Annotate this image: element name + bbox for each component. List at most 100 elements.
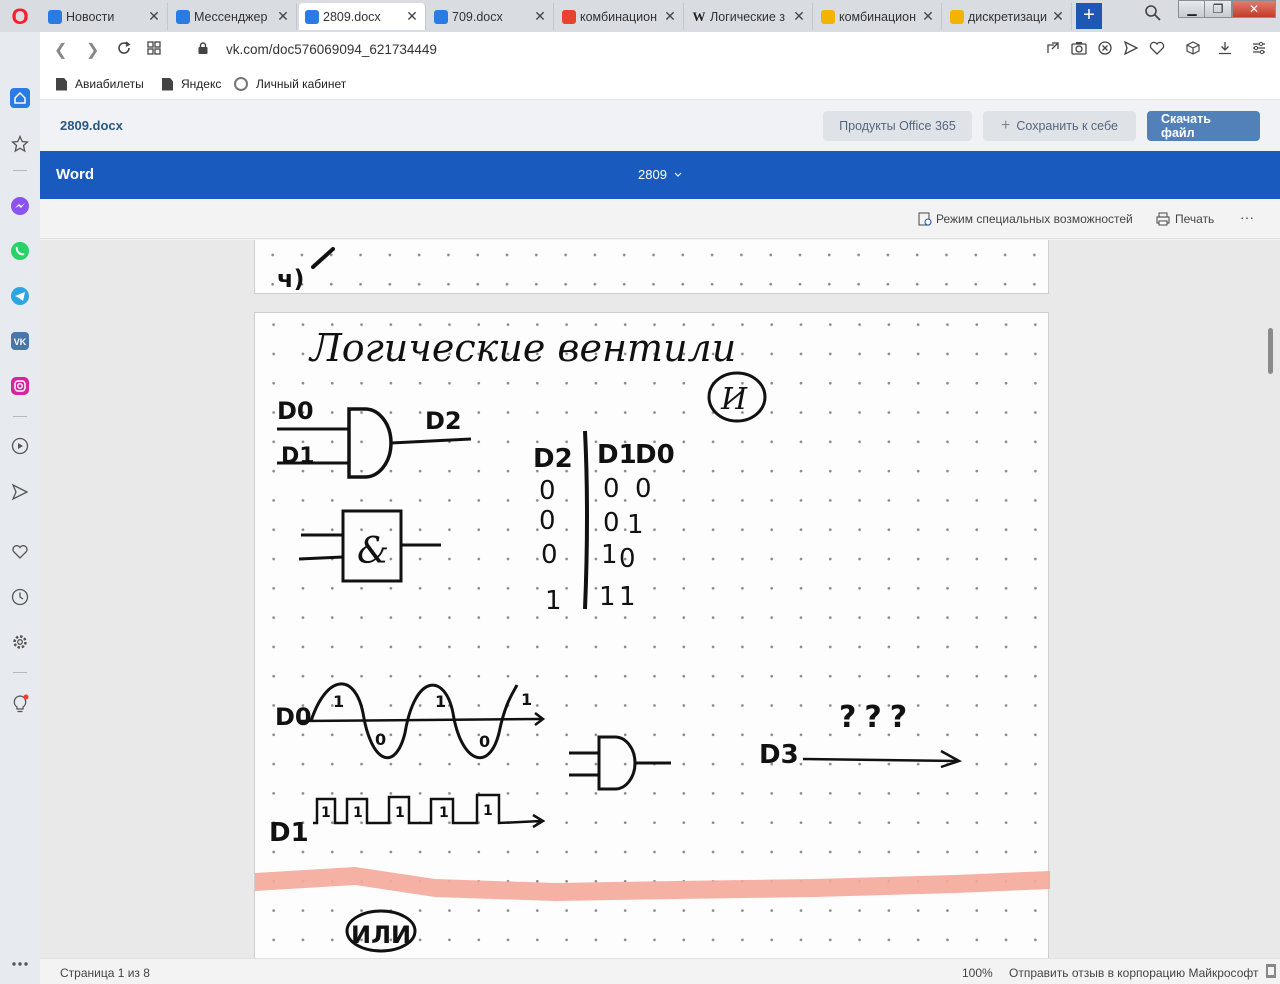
handwritten-notes-drawing: Логические вентили И D0 D1 D2 & D2 D1 D0 [255, 326, 1050, 953]
easy-setup-icon[interactable] [1250, 41, 1268, 58]
bookmark-yandex[interactable]: Яндекс [162, 77, 221, 91]
truth-table-header-d2: D2 [533, 444, 573, 474]
word-toolbar: Режим специальных возможностей Печать ··… [40, 199, 1280, 239]
word-file-name[interactable]: 2809 [638, 167, 683, 182]
close-tab-icon[interactable]: ✕ [1051, 8, 1065, 25]
opera-logo[interactable]: O [6, 4, 34, 30]
close-tab-icon[interactable]: ✕ [533, 8, 547, 25]
svg-text:0: 0 [541, 540, 558, 570]
word-app-name[interactable]: Word [56, 166, 94, 183]
image-icon [821, 9, 835, 24]
printer-icon [1156, 212, 1170, 226]
tab-4[interactable]: комбинацион ✕ [556, 3, 684, 30]
url-field[interactable]: vk.com/doc576069094_621734449 [226, 42, 437, 57]
lock-icon[interactable] [198, 42, 208, 54]
close-tab-icon[interactable]: ✕ [921, 8, 935, 25]
svg-text:1: 1 [321, 805, 331, 821]
and-label: И [720, 382, 748, 417]
accessibility-mode-button[interactable]: Режим специальных возможностей [918, 212, 1133, 226]
truth-table-divider [583, 430, 589, 610]
bookmarks-bar: Авиабилеты Яндекс Личный кабинет [40, 68, 1280, 100]
close-window-icon[interactable]: ✕ [1232, 0, 1276, 18]
camera-icon[interactable] [1070, 41, 1088, 58]
history-icon[interactable] [10, 587, 30, 607]
svg-text:1: 1 [619, 582, 636, 612]
close-tab-icon[interactable]: ✕ [147, 8, 161, 25]
more-icon[interactable] [10, 954, 30, 974]
settings-icon[interactable] [10, 632, 30, 652]
close-tab-icon[interactable]: ✕ [276, 8, 290, 25]
heart-icon[interactable] [10, 542, 30, 562]
truth-table-rows: 0 0 0 0 0 1 0 1 0 1 1 1 [539, 474, 652, 616]
tab-7[interactable]: дискретизаци ✕ [944, 3, 1072, 30]
star-icon[interactable] [10, 134, 30, 154]
svg-text:1: 1 [627, 510, 644, 540]
download-icon[interactable] [1216, 41, 1234, 58]
more-options-button[interactable]: ··· [1240, 209, 1254, 225]
download-file-button[interactable]: Скачать файл [1147, 111, 1260, 141]
telegram-icon[interactable] [10, 286, 30, 306]
opera-sidebar: VK [0, 32, 40, 984]
document-area: ч) Логические вентили И D0 D1 D2 & D2 D1… [40, 240, 1280, 958]
tab-1[interactable]: Мессенджер ✕ [170, 3, 297, 30]
send-icon[interactable] [10, 482, 30, 502]
lightbulb-icon[interactable] [10, 694, 30, 714]
wave-d0-label: D0 [275, 703, 312, 731]
forward-icon[interactable]: ❯ [86, 40, 99, 60]
doc-name: 2809.docx [60, 118, 123, 133]
instagram-icon[interactable] [10, 376, 30, 396]
back-icon[interactable]: ❮ [54, 40, 67, 60]
bookmark-heart-icon[interactable] [1148, 41, 1166, 58]
tab-search-icon[interactable] [1144, 4, 1164, 26]
svg-text:0: 0 [603, 508, 620, 538]
tab-0[interactable]: Новости ✕ [42, 3, 168, 30]
home-icon[interactable] [10, 88, 30, 108]
whatsapp-icon[interactable] [10, 241, 30, 261]
maximize-icon[interactable]: ❐ [1204, 0, 1232, 18]
save-to-self-button[interactable]: + Сохранить к себе [983, 111, 1136, 141]
print-button[interactable]: Печать [1156, 212, 1214, 226]
send-page-icon[interactable] [1122, 40, 1140, 58]
status-grip-icon [1266, 964, 1276, 978]
vk-messenger-icon [48, 9, 62, 24]
tab-6[interactable]: комбинацион ✕ [815, 3, 942, 30]
wikipedia-icon: W [692, 8, 706, 24]
tab-2[interactable]: 2809.docx ✕ [299, 3, 426, 30]
yandex-icon [562, 9, 576, 24]
svg-text:1: 1 [435, 692, 446, 711]
address-bar: ❮ ❯ vk.com/doc576069094_621734449 [40, 32, 1280, 68]
word-header: Word 2809 [40, 151, 1280, 199]
minimize-icon[interactable]: ▁ [1178, 0, 1206, 18]
svg-text:1: 1 [353, 805, 363, 821]
close-tab-icon[interactable]: ✕ [792, 8, 806, 25]
messenger-icon[interactable] [10, 196, 30, 216]
adblock-icon[interactable] [1096, 41, 1114, 58]
vk-icon [305, 9, 319, 24]
bookmark-icon [162, 77, 173, 91]
bookmark-icon [56, 77, 67, 91]
tab-title: комбинацион [580, 9, 658, 24]
globe-icon [234, 77, 248, 91]
bookmark-personal-cabinet[interactable]: Личный кабинет [234, 77, 346, 91]
extensions-cube-icon[interactable] [1184, 41, 1202, 58]
tab-title: 2809.docx [323, 9, 381, 24]
scrollbar-thumb[interactable] [1268, 328, 1273, 374]
reload-icon[interactable] [116, 40, 132, 61]
bookmark-aviabilety[interactable]: Авиабилеты [56, 77, 144, 91]
truth-table-header-d1: D1 [597, 440, 637, 470]
tab-5[interactable]: W Логические з ✕ [686, 3, 813, 30]
feedback-link[interactable]: Отправить отзыв в корпорацию Майкрософт [1009, 966, 1258, 980]
tab-3[interactable]: 709.docx ✕ [428, 3, 554, 30]
close-tab-icon[interactable]: ✕ [663, 8, 677, 25]
player-icon[interactable] [10, 436, 30, 456]
close-tab-icon[interactable]: ✕ [405, 8, 419, 25]
new-tab-button[interactable]: + [1076, 3, 1102, 29]
speed-dial-icon[interactable] [146, 40, 162, 61]
share-icon[interactable] [1044, 41, 1062, 58]
document-page-previous: ч) [254, 240, 1049, 294]
vk-icon[interactable]: VK [10, 331, 30, 351]
office-products-button[interactable]: Продукты Office 365 [823, 111, 972, 141]
chevron-down-icon [674, 172, 681, 177]
zoom-level[interactable]: 100% [962, 966, 993, 980]
svg-text:0: 0 [539, 476, 556, 506]
